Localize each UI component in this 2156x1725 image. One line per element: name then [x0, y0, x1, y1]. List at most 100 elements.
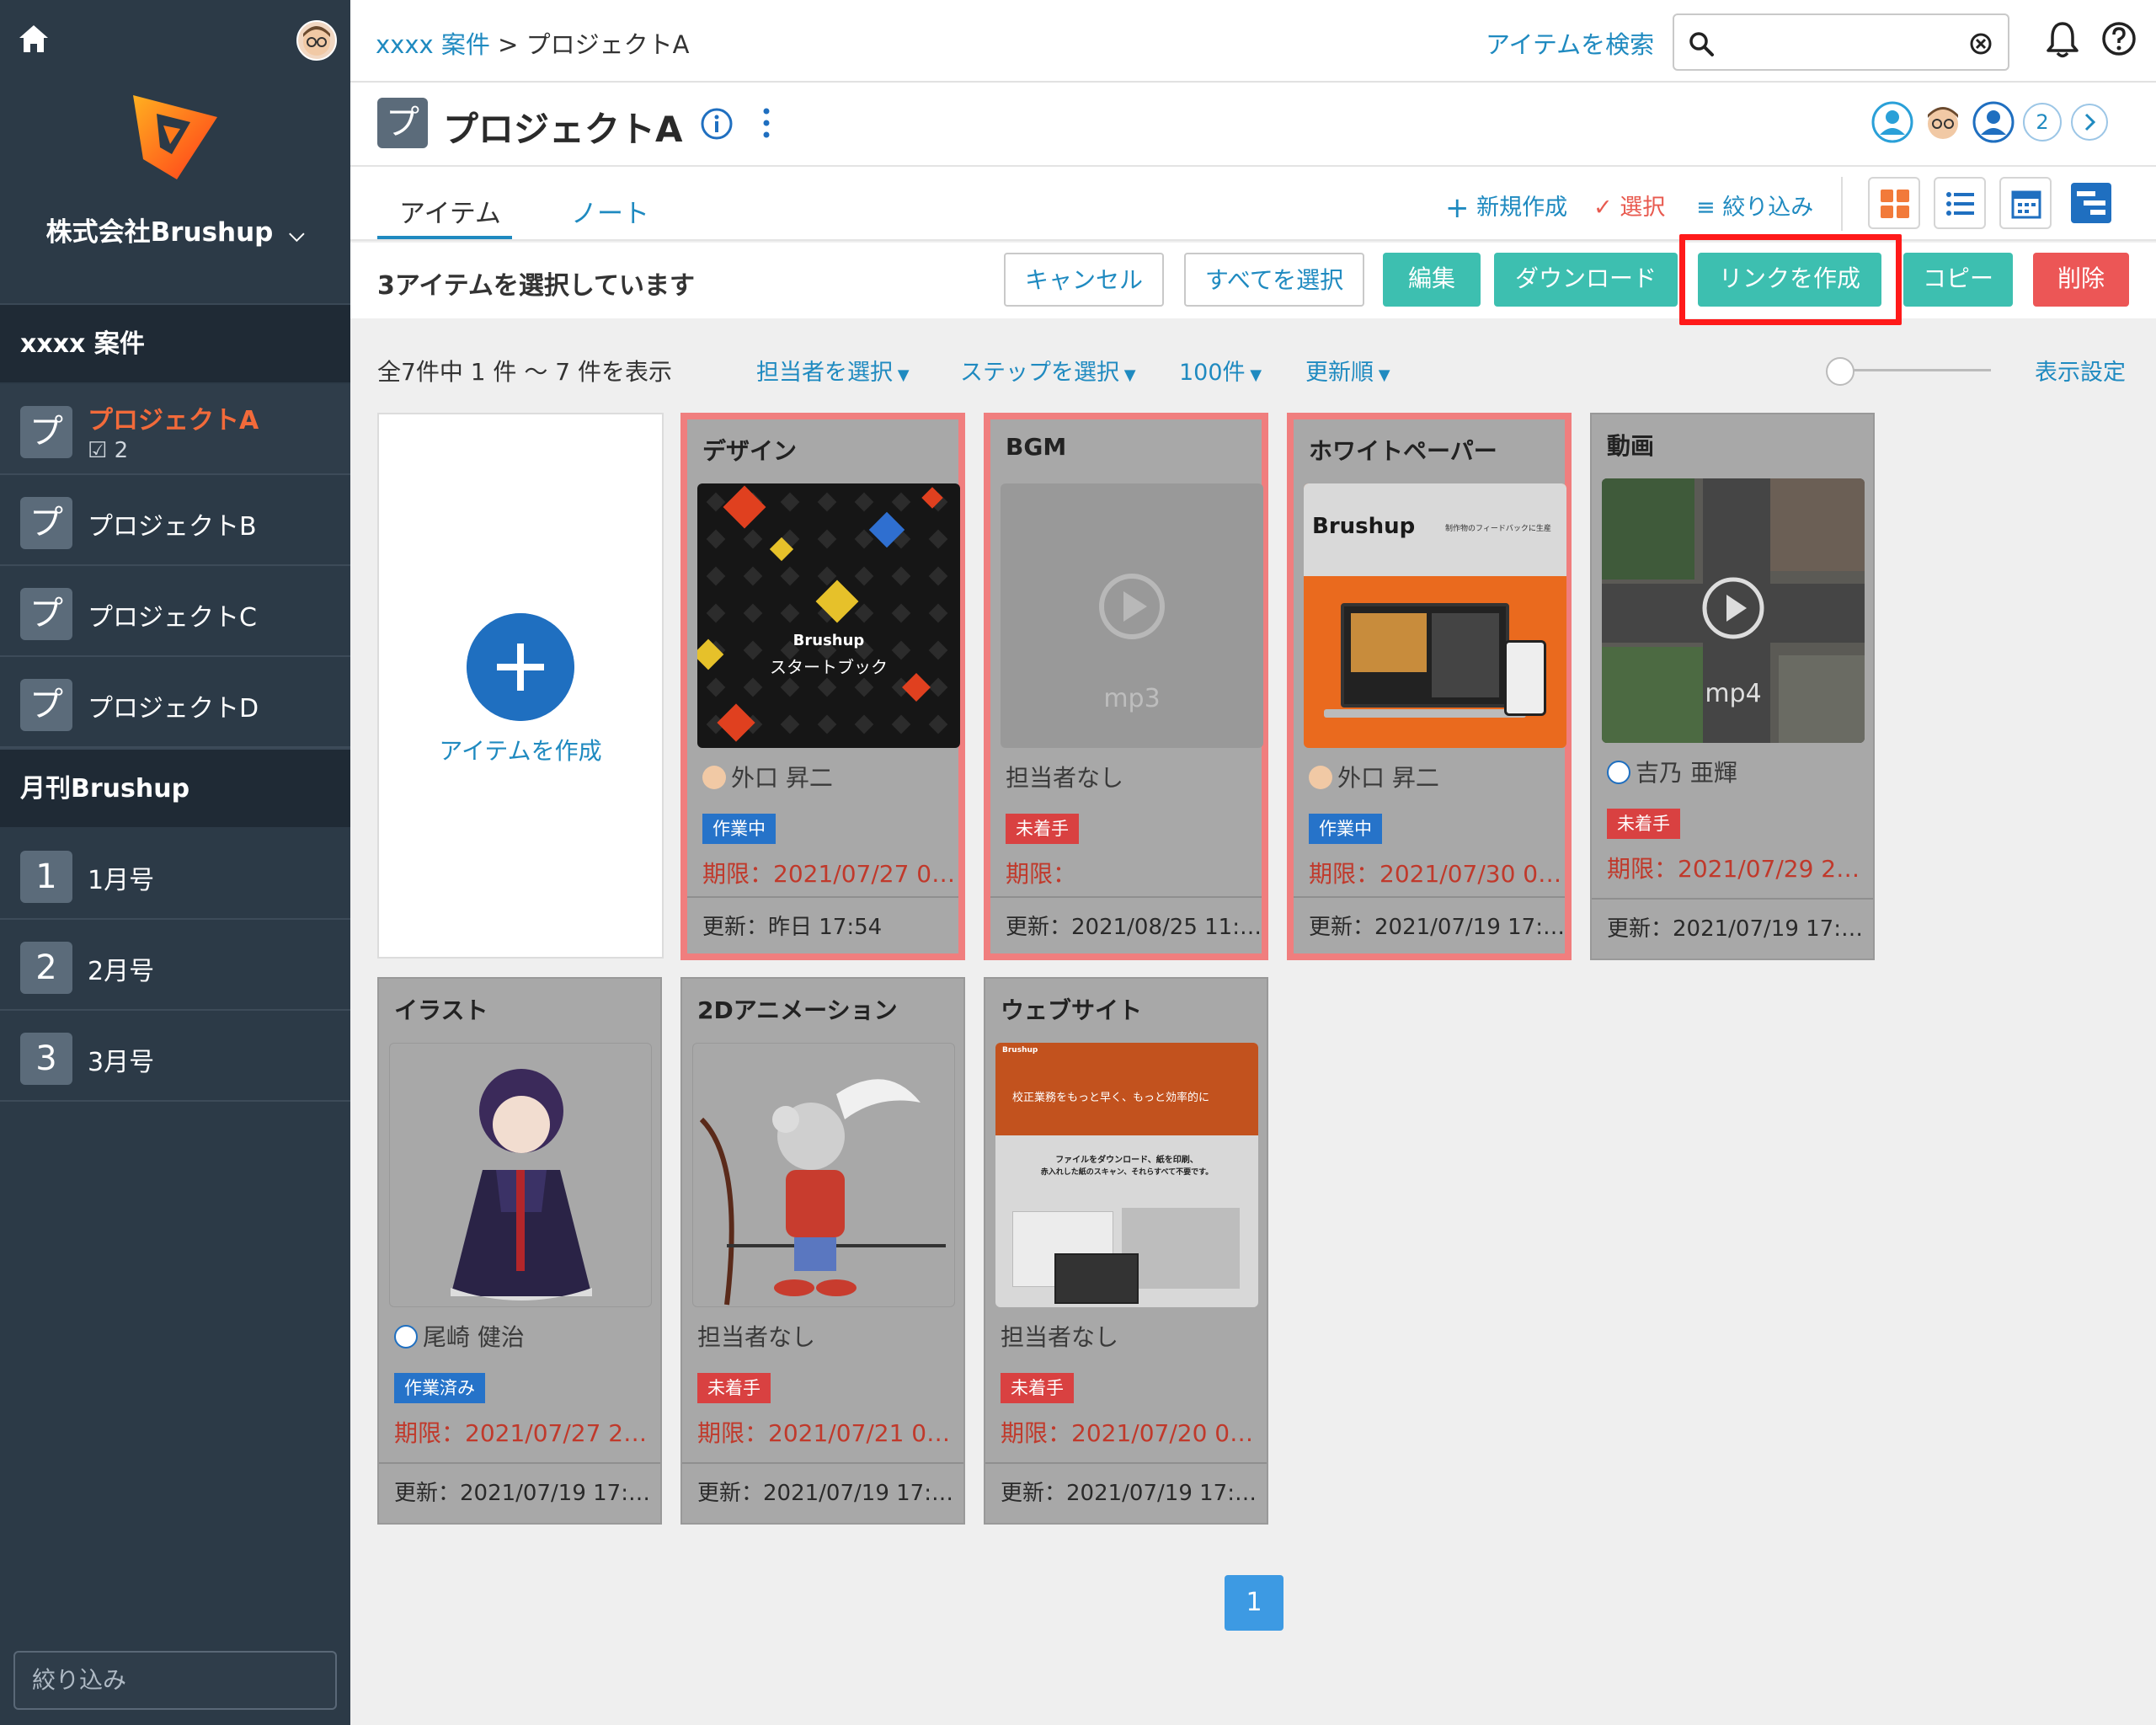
sort-dropdown[interactable]: 更新順 ▼ [1305, 354, 1390, 387]
chevron-right-icon[interactable] [2070, 103, 2109, 142]
selection-count-text: 3アイテムを選択しています [377, 271, 695, 301]
project-badge: プ [20, 497, 72, 549]
project-badge: プ [20, 406, 72, 458]
assignee-filter-dropdown[interactable]: 担当者を選択 ▼ [756, 354, 910, 387]
grid-view-button[interactable] [1868, 177, 1920, 229]
breadcrumb: xxxx 案件 > プロジェクトA [376, 25, 689, 61]
breadcrumb-separator: > [489, 30, 526, 59]
sidebar-item-project-c[interactable]: プ プロジェクトC [0, 566, 350, 657]
item-card-video[interactable]: 動画 mp4 吉乃 亜輝 未着手 期限：2021/07/29 2… 更新：202… [1590, 413, 1875, 960]
member-avatar[interactable] [1871, 101, 1913, 143]
company-switcher[interactable]: 株式会社Brushup ⌵ [0, 211, 350, 248]
sidebar-section-monthly[interactable]: 月刊Brushup [0, 748, 350, 827]
zoom-slider-handle[interactable] [1826, 357, 1854, 386]
card-thumbnail: Brushup 校正業務をもっと早く、もっと効率的に ファイルをダウンロード、紙… [995, 1043, 1258, 1307]
new-button[interactable]: + 新規作成 [1445, 189, 1567, 225]
create-item-card[interactable]: アイテムを作成 [377, 413, 664, 959]
gantt-icon [2071, 183, 2111, 223]
assignee-name: 外口 昇二 [1337, 764, 1439, 792]
thumb-headline: 校正業務をもっと早く、もっと効率的に [1012, 1092, 1210, 1104]
card-thumbnail [692, 1043, 955, 1307]
item-card-illust[interactable]: イラスト 尾崎 健治 作業済み 期限：2021/07/27 2… 更新：2021… [377, 977, 662, 1525]
sidebar-item-project-a[interactable]: プ プロジェクトA ☑ 2 [0, 384, 350, 475]
display-settings-link[interactable]: 表示設定 [2035, 354, 2126, 387]
caret-down-icon: ▼ [893, 366, 910, 384]
home-icon[interactable] [17, 22, 51, 56]
item-card-design[interactable]: デザイン Brushup スタートブック 外口 昇二 作業中 期限：2021/0… [680, 413, 965, 960]
card-assignee: 尾崎 健治 [394, 1319, 525, 1353]
tab-items[interactable]: アイテム [399, 192, 501, 230]
item-card-whitepaper[interactable]: ホワイトペーパー Brushup 制作物のフィードバックに生産 外口 昇二 作業… [1287, 413, 1572, 960]
card-assignee: 外口 昇二 [702, 760, 833, 793]
step-filter-dropdown[interactable]: ステップを選択 ▼ [960, 354, 1136, 387]
card-updated: 更新：昨日 17:54 [687, 896, 958, 960]
item-card-bgm[interactable]: BGM mp3 担当者なし 未着手 期限： 更新：2021/08/25 11:… [984, 413, 1268, 960]
grid-icon [1881, 190, 1909, 218]
delete-button[interactable]: 削除 [2033, 253, 2129, 307]
member-avatar[interactable] [1922, 101, 1964, 143]
status-badge: 作業済み [394, 1373, 485, 1403]
thumb-phone [1504, 640, 1546, 716]
sidebar-item-jan[interactable]: 1 1月号 [0, 829, 350, 920]
bell-icon[interactable] [2045, 20, 2080, 59]
assignee-name: 外口 昇二 [731, 764, 833, 792]
card-updated: 更新：2021/07/19 17:… [1592, 898, 1873, 962]
thumb-body-line2: 赤入れした紙のスキャン、それらすべて不要です。 [1040, 1168, 1214, 1177]
thumb-photo [1122, 1208, 1240, 1289]
member-overflow-count[interactable]: 2 [2023, 103, 2062, 142]
sidebar-item-project-b[interactable]: プ プロジェクトB [0, 475, 350, 566]
pagination-page-1[interactable]: 1 [1225, 1575, 1283, 1631]
card-due-date: 期限：2021/07/27 2… [394, 1419, 648, 1447]
item-card-website[interactable]: ウェブサイト Brushup 校正業務をもっと早く、もっと効率的に ファイルをダ… [984, 977, 1268, 1525]
per-page-label: 100件 [1179, 360, 1246, 386]
clear-icon[interactable] [1969, 32, 1993, 56]
filter-button[interactable]: ≡ 絞り込み [1696, 189, 1813, 222]
sidebar-section-xxxx[interactable]: xxxx 案件 [0, 303, 350, 382]
calendar-view-button[interactable] [1999, 177, 2052, 229]
download-button[interactable]: ダウンロード [1494, 253, 1678, 307]
card-thumbnail: Brushup 制作物のフィードバックに生産 [1304, 483, 1566, 748]
filter-label: 絞り込み [1722, 195, 1814, 221]
help-icon[interactable] [2100, 20, 2137, 57]
caret-down-icon: ▼ [1119, 366, 1136, 384]
more-vertical-icon[interactable] [761, 106, 771, 140]
card-due-date: 期限：2021/07/30 0… [1309, 860, 1562, 888]
gantt-view-button[interactable] [2065, 177, 2117, 229]
select-button[interactable]: ✓ 選択 [1593, 189, 1665, 222]
sidebar-item-project-d[interactable]: プ プロジェクトD [0, 657, 350, 748]
user-avatar[interactable] [296, 20, 337, 61]
member-avatar[interactable] [1972, 101, 2015, 143]
card-title: BGM [1006, 433, 1067, 461]
card-thumbnail: mp4 [1602, 478, 1865, 743]
copy-button[interactable]: コピー [1903, 253, 2013, 307]
edit-button[interactable]: 編集 [1383, 253, 1481, 307]
brushup-logo [133, 95, 217, 179]
assignee-avatar [1607, 761, 1630, 784]
thumb-body-line1: ファイルをダウンロード、紙を印刷、 [1055, 1156, 1198, 1165]
tab-notes[interactable]: ノート [571, 192, 649, 230]
thumb-tagline: 制作物のフィードバックに生産 [1445, 525, 1551, 533]
zoom-slider-track[interactable] [1831, 369, 1991, 371]
select-all-button[interactable]: すべてを選択 [1184, 253, 1364, 307]
item-search-link[interactable]: アイテムを検索 [1486, 25, 1654, 61]
breadcrumb-parent-link[interactable]: xxxx 案件 [376, 30, 490, 59]
sidebar: 株式会社Brushup ⌵ xxxx 案件 プ プロジェクトA ☑ 2 プ プロ… [0, 0, 350, 1725]
sidebar-filter-input[interactable]: 絞り込み [13, 1651, 337, 1710]
sidebar-item-label: 1月号 [88, 866, 155, 895]
project-badge: プ [377, 98, 428, 148]
sidebar-item-mar[interactable]: 3 3月号 [0, 1011, 350, 1102]
item-card-2d-animation[interactable]: 2Dアニメーション 担当者なし 未着手 期限：2021/07/21 0… 更新：… [680, 977, 965, 1525]
step-filter-label: ステップを選択 [960, 360, 1119, 386]
sidebar-item-feb[interactable]: 2 2月号 [0, 920, 350, 1011]
character-illustration [451, 1069, 592, 1300]
list-view-button[interactable] [1934, 177, 1986, 229]
result-count: 全7件中 1 件 〜 7 件を表示 [377, 358, 672, 386]
toolbar-divider [1841, 177, 1843, 231]
card-assignee: 外口 昇二 [1309, 760, 1439, 793]
per-page-dropdown[interactable]: 100件 ▼ [1179, 354, 1262, 387]
info-icon[interactable] [699, 106, 734, 142]
search-input[interactable] [1673, 13, 2009, 71]
cancel-button[interactable]: キャンセル [1004, 253, 1164, 307]
card-updated: 更新：2021/08/25 11:… [990, 896, 1262, 960]
assignee-name: 吉乃 亜輝 [1636, 759, 1737, 787]
